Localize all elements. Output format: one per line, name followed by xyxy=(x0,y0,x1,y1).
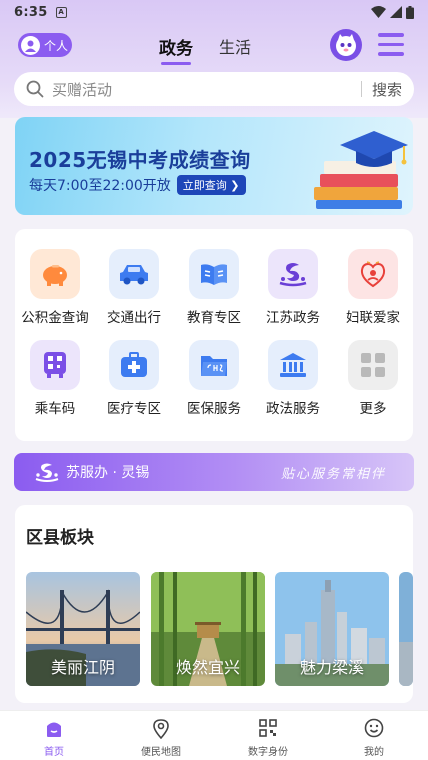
search-input[interactable]: 买赠活动 xyxy=(52,79,361,100)
user-icon xyxy=(21,35,40,55)
medical-kit-icon xyxy=(109,340,159,390)
nav-label: 数字身份 xyxy=(248,747,288,758)
jiangsu-logo-icon xyxy=(268,249,318,299)
car-icon xyxy=(109,249,159,299)
district-label: 魅力梁溪 xyxy=(299,658,364,677)
service-label: 公积金查询 xyxy=(21,310,89,326)
status-icons xyxy=(371,5,414,19)
bottom-navigation: 首页 便民地图 数字身份 我的 xyxy=(0,710,428,760)
smiley-icon xyxy=(364,718,384,738)
brand-strip[interactable]: 苏服办 · 灵锡 贴心服务常相伴 xyxy=(14,453,414,491)
battery-icon xyxy=(406,5,414,19)
nav-label: 我的 xyxy=(364,747,384,758)
districts-title: 区县板块 xyxy=(26,528,94,548)
search-icon xyxy=(26,80,44,98)
search-bar[interactable]: 买赠活动 搜索 xyxy=(14,72,414,106)
graduation-books-illustration xyxy=(314,131,408,209)
piggy-bank-icon xyxy=(30,249,80,299)
service-medical-insurance[interactable]: 医保服务 xyxy=(174,340,254,417)
more-grid-icon xyxy=(348,340,398,390)
districts-section: 区县板块 美丽江阴 焕然宜兴 魅力梁溪 xyxy=(15,505,413,703)
tab-government[interactable]: 政务 xyxy=(159,34,193,65)
app-header: 个人 政务 生活 xyxy=(0,28,428,65)
menu-icon[interactable] xyxy=(378,33,404,57)
mascot-icon xyxy=(336,34,356,56)
service-label: 医疗专区 xyxy=(107,401,161,417)
top-tabs: 政务 生活 xyxy=(159,34,251,65)
nav-digital-id[interactable]: 数字身份 xyxy=(228,717,308,758)
services-grid: 公积金查询 交通出行 教育专区 江苏政务 妇联爱家 乘车码 医疗专区 医保服务 … xyxy=(15,229,413,441)
exam-results-banner[interactable]: 2025无锡中考成绩查询 每天7:00至22:00开放 立即查询 ❯ xyxy=(15,117,413,215)
district-card-partial[interactable] xyxy=(399,572,413,686)
district-label: 焕然宜兴 xyxy=(175,658,240,677)
service-medical[interactable]: 医疗专区 xyxy=(94,340,174,417)
district-label: 美丽江阴 xyxy=(50,658,115,677)
nav-label: 便民地图 xyxy=(141,747,181,758)
status-bar: 6:35 A xyxy=(0,0,428,24)
map-pin-icon xyxy=(153,718,169,739)
service-label: 教育专区 xyxy=(187,310,241,326)
district-card-yixing[interactable]: 焕然宜兴 xyxy=(151,572,265,686)
service-bus-code[interactable]: 乘车码 xyxy=(15,340,95,417)
notification-icon: A xyxy=(55,6,67,18)
chs-folder-icon xyxy=(189,340,239,390)
banner-subtitle-row: 每天7:00至22:00开放 立即查询 ❯ xyxy=(29,175,246,195)
book-icon xyxy=(189,249,239,299)
banner-subtitle: 每天7:00至22:00开放 xyxy=(29,178,171,194)
service-transport[interactable]: 交通出行 xyxy=(94,249,174,326)
service-education[interactable]: 教育专区 xyxy=(174,249,254,326)
partial-photo xyxy=(399,572,413,686)
bus-qr-icon xyxy=(30,340,80,390)
nav-home[interactable]: 首页 xyxy=(14,717,94,758)
status-time: 6:35 xyxy=(14,4,48,20)
sufuban-logo-icon xyxy=(35,463,59,482)
service-label: 更多 xyxy=(359,401,387,417)
district-card-jiangyin[interactable]: 美丽江阴 xyxy=(26,572,140,686)
service-label: 乘车码 xyxy=(34,401,76,417)
nav-mine[interactable]: 我的 xyxy=(334,717,414,758)
service-label: 交通出行 xyxy=(107,310,161,326)
home-icon xyxy=(47,722,61,737)
service-housing-fund[interactable]: 公积金查询 xyxy=(15,249,95,326)
service-label: 妇联爱家 xyxy=(346,310,400,326)
district-card-liangxi[interactable]: 魅力梁溪 xyxy=(275,572,389,686)
strip-slogan: 贴心服务常相伴 xyxy=(280,467,386,482)
search-button[interactable]: 搜索 xyxy=(372,79,402,100)
service-label: 政法服务 xyxy=(266,401,320,417)
service-label: 医保服务 xyxy=(187,401,241,417)
strip-brand: 苏服办 · 灵锡 xyxy=(66,465,150,481)
banner-title: 2025无锡中考成绩查询 xyxy=(29,148,251,172)
nav-map[interactable]: 便民地图 xyxy=(121,717,201,758)
courthouse-icon xyxy=(268,340,318,390)
service-womens-federation[interactable]: 妇联爱家 xyxy=(333,249,413,326)
service-jiangsu-gov[interactable]: 江苏政务 xyxy=(253,249,333,326)
personal-label: 个人 xyxy=(44,38,69,53)
mascot-avatar[interactable] xyxy=(330,29,362,61)
scan-icon xyxy=(259,719,277,737)
women-federation-icon xyxy=(348,249,398,299)
service-legal[interactable]: 政法服务 xyxy=(253,340,333,417)
service-more[interactable]: 更多 xyxy=(333,340,413,417)
wifi-icon xyxy=(371,6,386,18)
tab-life[interactable]: 生活 xyxy=(219,34,251,59)
search-divider xyxy=(360,81,362,97)
service-label: 江苏政务 xyxy=(266,310,320,326)
signal-icon xyxy=(390,6,402,18)
nav-label: 首页 xyxy=(44,747,64,758)
banner-query-button[interactable]: 立即查询 ❯ xyxy=(176,175,246,195)
personal-button[interactable]: 个人 xyxy=(18,33,72,57)
